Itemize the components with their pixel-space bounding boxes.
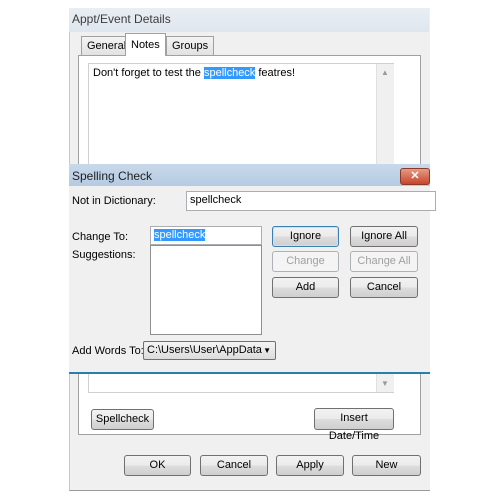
change-to-value: spellcheck	[154, 229, 206, 241]
add-words-to-label: Add Words To:	[72, 345, 144, 357]
change-to-input[interactable]: spellcheck	[150, 226, 262, 245]
scroll-up-icon[interactable]: ▲	[381, 68, 389, 77]
notes-text: Don't forget to test the spellcheck feat…	[93, 67, 295, 79]
change-all-button[interactable]: Change All	[350, 251, 418, 272]
appt-window-title: Appt/Event Details	[72, 12, 171, 26]
notes-highlighted-word: spellcheck	[203, 67, 256, 79]
notes-text-before: Don't forget to test the	[93, 67, 204, 79]
dialog-cancel-button[interactable]: Cancel	[350, 277, 418, 298]
spelling-dialog-title: Spelling Check	[72, 169, 153, 183]
new-button[interactable]: New	[352, 455, 421, 476]
close-icon: ✕	[410, 170, 420, 182]
ok-button[interactable]: OK	[124, 455, 191, 476]
notes-text-after: featres!	[255, 67, 296, 79]
spelling-check-dialog: Spelling Check ✕ Not in Dictionary: spel…	[69, 164, 436, 374]
tab-groups[interactable]: Groups	[166, 36, 215, 55]
ignore-all-button[interactable]: Ignore All	[350, 226, 418, 247]
suggestions-list[interactable]	[150, 245, 262, 335]
change-to-label: Change To:	[72, 231, 129, 243]
ignore-button[interactable]: Ignore	[272, 226, 339, 247]
spellcheck-button[interactable]: Spellcheck	[91, 409, 154, 430]
tab-notes[interactable]: Notes	[125, 33, 166, 56]
not-in-dictionary-field[interactable]: spellcheck	[186, 191, 436, 211]
apply-button[interactable]: Apply	[276, 455, 344, 476]
scroll-down-icon[interactable]: ▼	[381, 379, 389, 388]
chevron-down-icon: ▼	[263, 346, 271, 355]
suggestions-label: Suggestions:	[72, 249, 136, 261]
change-button[interactable]: Change	[272, 251, 339, 272]
add-words-to-dropdown[interactable]: C:\Users\User\AppData ▼	[143, 341, 276, 360]
not-in-dictionary-label: Not in Dictionary:	[72, 195, 156, 207]
close-button[interactable]: ✕	[400, 168, 430, 185]
cancel-button[interactable]: Cancel	[200, 455, 268, 476]
add-button[interactable]: Add	[272, 277, 339, 298]
insert-datetime-button[interactable]: Insert Date/Time	[314, 408, 394, 442]
add-words-to-value: C:\Users\User\AppData	[147, 344, 262, 356]
